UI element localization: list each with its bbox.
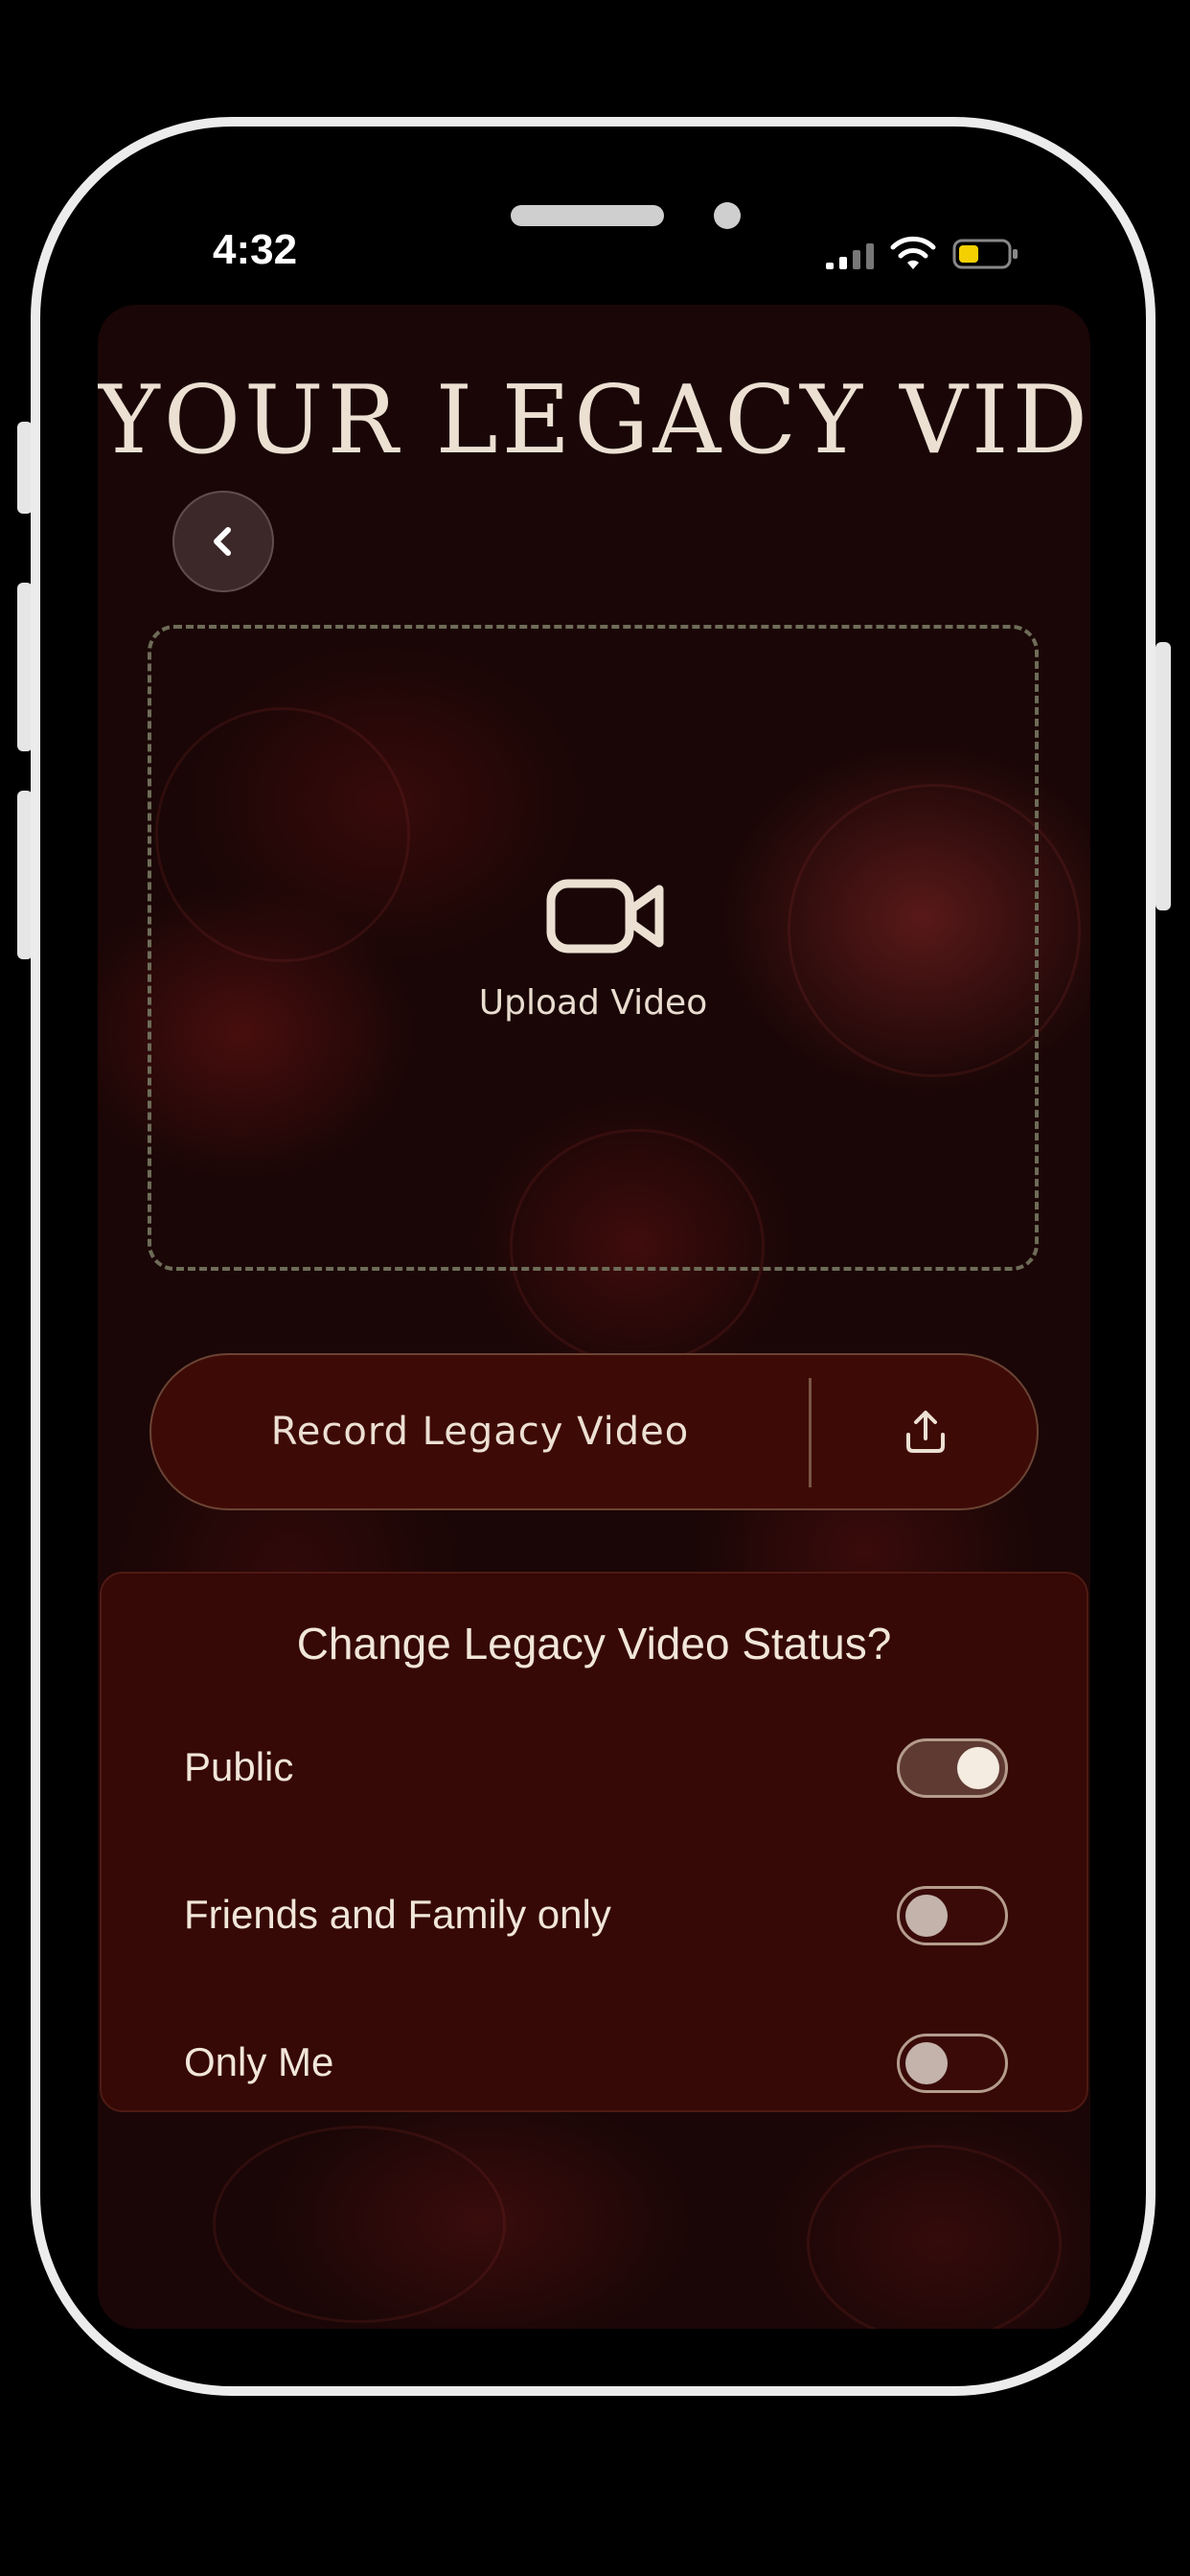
record-legacy-video-button[interactable]: Record Legacy Video bbox=[151, 1355, 809, 1508]
public-toggle[interactable] bbox=[897, 1738, 1008, 1798]
back-button[interactable] bbox=[172, 491, 274, 592]
toggle-knob bbox=[905, 1895, 948, 1937]
status-time: 4:32 bbox=[213, 226, 298, 273]
toggle-knob bbox=[905, 2042, 948, 2084]
upload-share-icon bbox=[906, 1411, 945, 1453]
app-screen: YOUR LEGACY VIDEO Upload Video Record Le… bbox=[98, 305, 1090, 2329]
page-title: YOUR LEGACY VIDEO bbox=[98, 366, 1090, 475]
battery-icon bbox=[952, 239, 1018, 269]
friends-family-toggle[interactable] bbox=[897, 1886, 1008, 1945]
rose-decoration bbox=[807, 2145, 1062, 2329]
upload-video-label: Upload Video bbox=[478, 983, 708, 1023]
status-option-friends-family: Friends and Family only bbox=[184, 1882, 1008, 1949]
record-action-bar: Record Legacy Video bbox=[149, 1353, 1039, 1510]
option-label: Public bbox=[184, 1744, 294, 1789]
earpiece-speaker bbox=[511, 205, 664, 226]
rose-decoration bbox=[213, 2126, 506, 2323]
wifi-icon bbox=[890, 236, 936, 269]
toggle-knob bbox=[957, 1747, 999, 1789]
video-status-panel: Change Legacy Video Status? Public Frien… bbox=[100, 1572, 1088, 2112]
power-button bbox=[1156, 642, 1171, 910]
page: 4:32 YOUR LEGACY VIDEO bbox=[0, 0, 1190, 2576]
chevron-left-icon bbox=[214, 527, 231, 556]
front-camera bbox=[714, 202, 741, 229]
only-me-toggle[interactable] bbox=[897, 2034, 1008, 2093]
share-button[interactable] bbox=[812, 1355, 1039, 1508]
cellular-signal-icon bbox=[826, 243, 874, 269]
status-option-public: Public bbox=[184, 1735, 1008, 1802]
video-camera-icon bbox=[546, 879, 664, 954]
upload-video-dropzone[interactable]: Upload Video bbox=[148, 625, 1039, 1271]
status-panel-title: Change Legacy Video Status? bbox=[296, 1619, 892, 1668]
option-label: Friends and Family only bbox=[184, 1892, 611, 1937]
option-label: Only Me bbox=[184, 2039, 334, 2084]
status-option-only-me: Only Me bbox=[184, 2030, 1008, 2097]
divider bbox=[809, 1378, 812, 1487]
